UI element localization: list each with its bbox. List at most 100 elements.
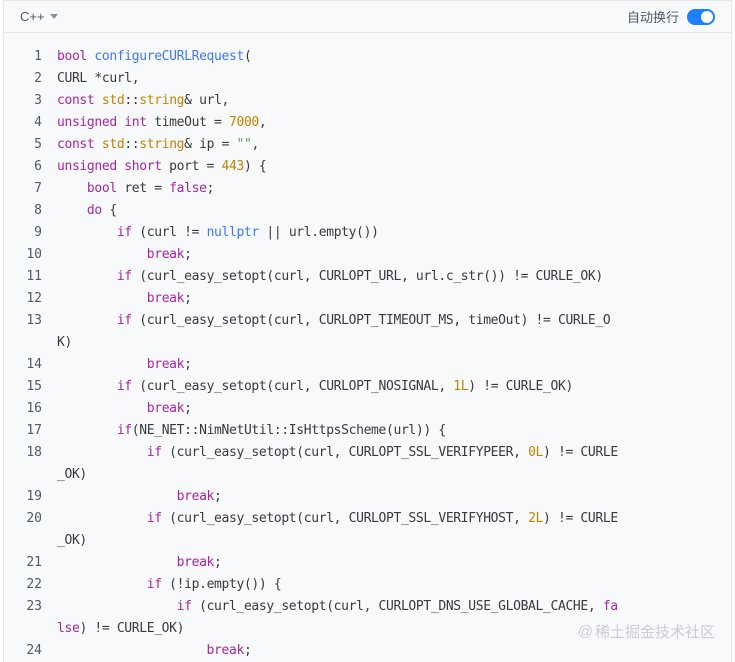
code-line: 10 break;: [4, 244, 731, 266]
code-text: break;: [57, 354, 192, 376]
code-token: (NE_NET::NimNetUtil::IsHttpsScheme(url))…: [131, 423, 446, 438]
code-token: ;: [184, 291, 192, 306]
line-number: 3: [34, 93, 42, 108]
code-token: ;: [243, 643, 252, 658]
code-token: (!ip.empty()) {: [161, 577, 282, 592]
code-text: if (curl != nullptr || url.empty()): [57, 222, 379, 244]
code-text: break;: [57, 398, 192, 420]
code-token: ) {: [243, 159, 267, 174]
code-text: if (curl_easy_setopt(curl, CURLOPT_DNS_U…: [57, 596, 619, 618]
code-token: bool: [86, 181, 125, 196]
code-text: break;: [57, 640, 252, 662]
code-token: ;: [214, 489, 222, 504]
code-token: configureCURLRequest: [94, 49, 244, 64]
code-line: 24 break;: [4, 640, 731, 662]
code-line: 9 if (curl != nullptr || url.empty()): [4, 222, 731, 244]
code-token: ,: [251, 137, 259, 152]
code-token: ;: [214, 555, 222, 570]
line-number: 1: [34, 49, 42, 64]
code-token: & ip =: [184, 137, 237, 152]
code-line: 12 break;: [4, 288, 731, 310]
line-number: 22: [26, 577, 42, 592]
code-line: 7 bool ret = false;: [4, 178, 731, 200]
code-line-continuation: K): [4, 332, 731, 354]
code-text: unsigned short port = 443) {: [57, 156, 267, 178]
line-number: 23: [26, 599, 42, 614]
line-number: 10: [26, 247, 42, 262]
line-number: 15: [26, 379, 42, 394]
language-selector[interactable]: C++: [20, 9, 58, 24]
line-number: 19: [26, 489, 42, 504]
code-text: bool ret = false;: [57, 178, 215, 200]
line-number: 16: [26, 401, 42, 416]
word-wrap-label: 自动换行: [626, 10, 679, 25]
code-token: 1L: [453, 379, 469, 394]
code-line-continuation: _OK): [4, 530, 731, 552]
code-line: 14 break;: [4, 354, 731, 376]
code-token: (curl_easy_setopt(curl, CURLOPT_TIMEOUT_…: [131, 313, 611, 328]
code-token: if: [116, 269, 132, 284]
code-line: 22 if (!ip.empty()) {: [4, 574, 731, 596]
line-number: 4: [34, 115, 42, 130]
code-token: if: [146, 577, 162, 592]
code-token: std: [101, 93, 125, 108]
code-token: false: [169, 181, 207, 196]
code-text: break;: [57, 486, 222, 508]
code-token: if: [116, 225, 132, 240]
code-token: std: [101, 137, 125, 152]
code-token: (curl !=: [131, 225, 207, 240]
code-line: 13 if (curl_easy_setopt(curl, CURLOPT_TI…: [4, 310, 731, 332]
line-number: 6: [34, 159, 42, 174]
code-token: ) != CURLE_OK): [79, 621, 185, 636]
code-line: 18 if (curl_easy_setopt(curl, CURLOPT_SS…: [4, 442, 731, 464]
word-wrap-toggle[interactable]: [687, 8, 715, 25]
code-text: K): [57, 332, 72, 354]
code-token: (curl_easy_setopt(curl, CURLOPT_URL, url…: [131, 269, 603, 284]
code-text: break;: [57, 244, 192, 266]
toggle-knob: [701, 10, 713, 23]
code-token: (curl_easy_setopt(curl, CURLOPT_SSL_VERI…: [161, 445, 529, 460]
code-text: if (!ip.empty()) {: [57, 574, 282, 596]
code-token: (curl_easy_setopt(curl, CURLOPT_SSL_VERI…: [161, 511, 529, 526]
code-token: if: [146, 511, 162, 526]
code-token: bool: [57, 49, 95, 64]
code-token: break: [176, 489, 215, 504]
code-line: 20 if (curl_easy_setopt(curl, CURLOPT_SS…: [4, 508, 731, 530]
brand-label: 稀土掘金技术社区: [594, 624, 715, 641]
code-text: break;: [57, 552, 222, 574]
code-token: CURL *curl,: [57, 71, 140, 86]
code-token: 443: [221, 159, 245, 174]
code-line: 5 const std::string& ip = "",: [4, 134, 731, 156]
code-token: break: [206, 643, 245, 658]
code-token: string: [139, 93, 185, 108]
line-number: 14: [26, 357, 42, 372]
code-token: break: [146, 247, 185, 262]
code-token: 2L: [528, 511, 544, 526]
line-number: 2: [34, 71, 42, 86]
code-token: {: [101, 203, 117, 218]
code-line: 4 unsigned int timeOut = 7000,: [4, 112, 731, 134]
code-token: "": [236, 137, 252, 152]
line-number: 20: [26, 511, 42, 526]
code-text: _OK): [57, 464, 87, 486]
code-line-continuation: _OK): [4, 464, 731, 486]
code-text: if (curl_easy_setopt(curl, CURLOPT_URL, …: [57, 266, 603, 288]
code-token: port =: [169, 159, 222, 174]
code-text: const std::string& url,: [57, 90, 229, 112]
code-token: if: [116, 379, 132, 394]
code-token: K): [57, 335, 72, 350]
code-token: _OK): [57, 467, 87, 482]
code-line: 15 if (curl_easy_setopt(curl, CURLOPT_NO…: [4, 376, 731, 398]
code-token: ::: [124, 137, 140, 152]
